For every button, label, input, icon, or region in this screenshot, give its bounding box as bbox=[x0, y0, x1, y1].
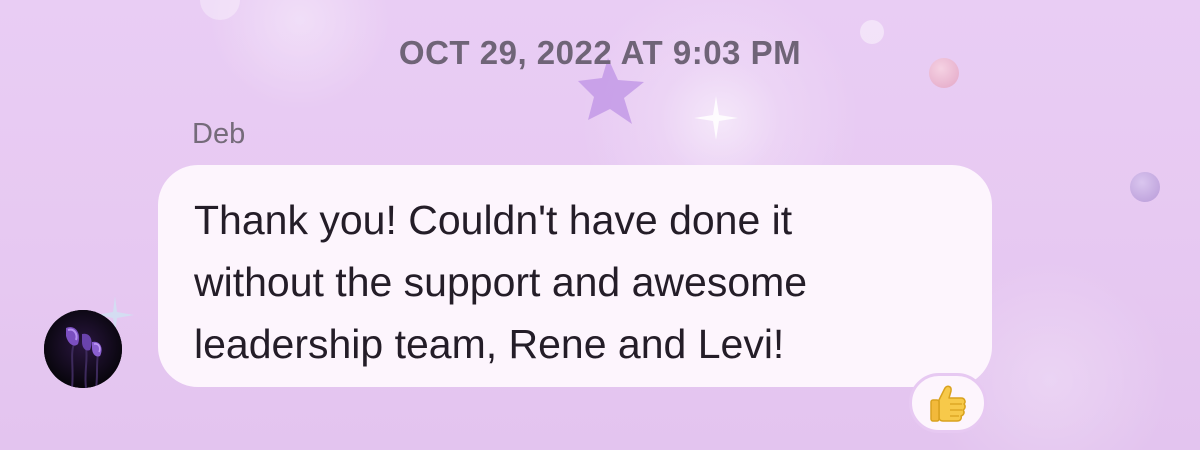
message-timestamp: OCT 29, 2022 AT 9:03 PM bbox=[398, 34, 802, 71]
message-reaction[interactable] bbox=[909, 373, 987, 433]
sender-name: Deb bbox=[192, 118, 246, 150]
faint-orb-decoration-2 bbox=[200, 0, 240, 20]
chat-thread: OCT 29, 2022 AT 9:03 PM Deb Thank you! C… bbox=[0, 0, 1200, 450]
message-bubble[interactable]: Thank you! Couldn't have done it without… bbox=[158, 165, 992, 387]
thumbs-up-icon bbox=[930, 385, 966, 422]
purple-calla-lily-icon bbox=[44, 310, 122, 388]
sparkle-icon bbox=[694, 96, 738, 140]
avatar[interactable] bbox=[44, 310, 122, 388]
lavender-orb-decoration bbox=[1130, 172, 1160, 202]
